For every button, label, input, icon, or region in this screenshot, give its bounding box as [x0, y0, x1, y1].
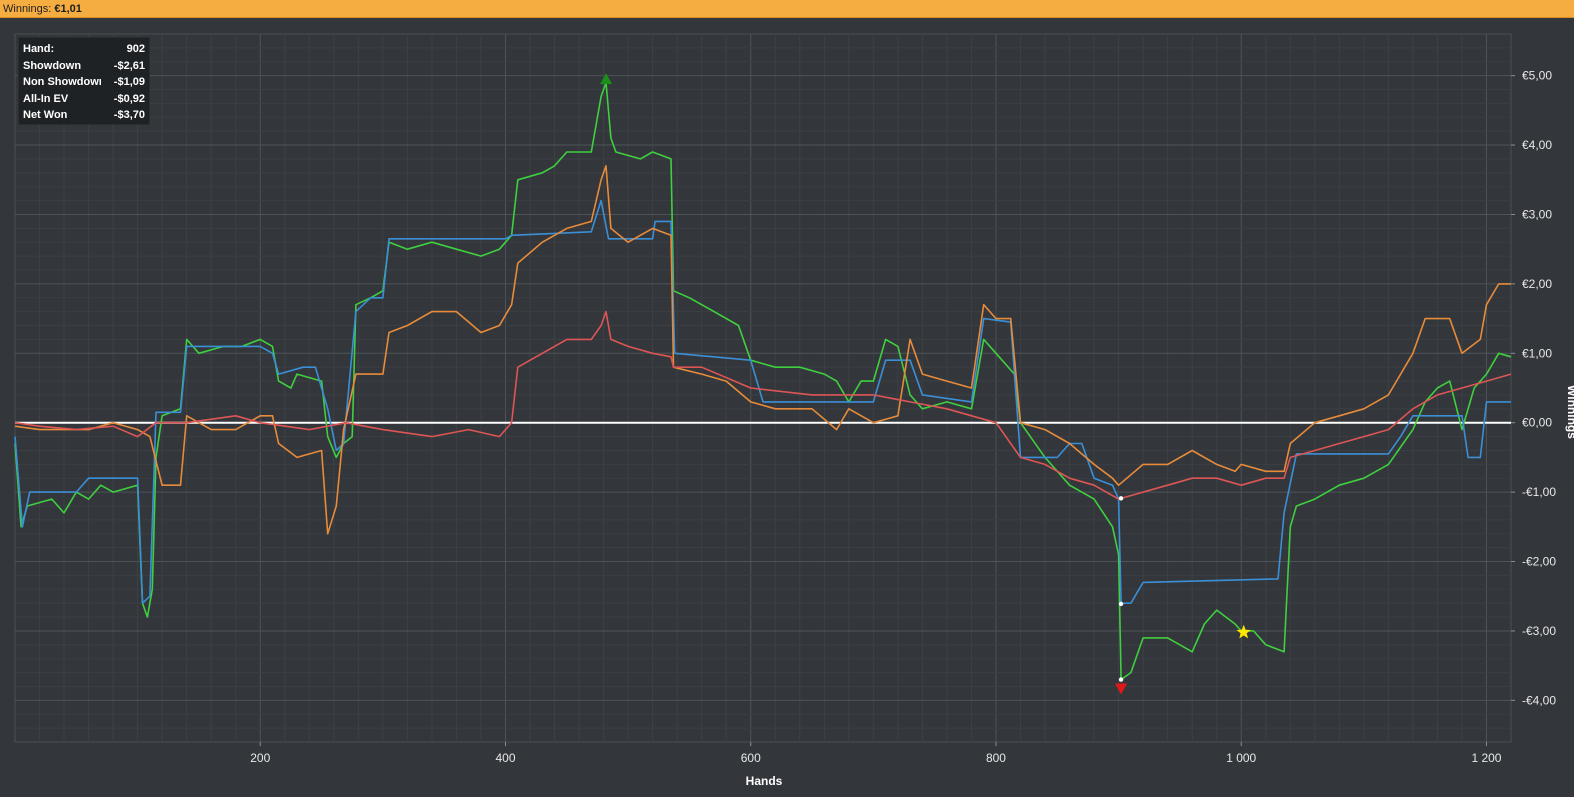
y-tick-label: €3,00: [1522, 207, 1552, 221]
stats-value: -$3,70: [113, 109, 145, 122]
x-tick-label: 600: [741, 751, 761, 765]
y-tick-label: -€3,00: [1522, 624, 1556, 638]
y-tick-label: €2,00: [1522, 277, 1552, 291]
x-tick-label: 200: [250, 751, 270, 765]
stats-value: 902: [126, 43, 145, 55]
x-axis-title: Hands: [746, 774, 783, 788]
y-tick-label: €5,00: [1522, 69, 1552, 83]
stats-label: Non Showdown: [23, 76, 101, 89]
hand-marker-dot: [1118, 496, 1124, 501]
y-tick-label: €0,00: [1522, 416, 1552, 430]
hand-marker-dot: [1118, 677, 1124, 682]
y-tick-label: -€2,00: [1522, 555, 1556, 569]
stats-row-non-showdown: Non Showdown -$1,09: [23, 74, 145, 91]
y-tick-label: -€1,00: [1522, 485, 1556, 499]
y-tick-label: €4,00: [1522, 138, 1552, 152]
stats-row-net-won: Net Won -$3,70: [23, 107, 145, 124]
x-tick-label: 800: [986, 751, 1006, 765]
x-tick-label: 1 000: [1226, 751, 1256, 765]
winnings-header: Winnings: €1,01: [0, 0, 1574, 18]
x-tick-label: 1 200: [1471, 751, 1501, 765]
y-axis-title: Winnings: [1565, 385, 1574, 439]
stats-label: Showdown: [23, 59, 82, 72]
stats-value: -$1,09: [113, 76, 145, 89]
x-tick-label: 400: [495, 751, 515, 765]
stats-value: -$0,92: [113, 92, 145, 105]
stats-label: All-In EV: [23, 92, 69, 105]
hand-stats-panel: Hand: 902 Showdown -$2,61 Non Showdown -…: [18, 37, 150, 125]
winnings-label: Winnings:: [3, 3, 52, 15]
hand-marker-dot: [1118, 601, 1124, 607]
winnings-chart[interactable]: 200 400 600 800 1 000 1 200 -€4,00 -€3,00 -€2,00…: [0, 18, 1574, 797]
stats-value: -$2,61: [113, 59, 145, 72]
stats-row-showdown: Showdown -$2,61: [23, 58, 145, 75]
stats-row-hand: Hand: 902: [23, 41, 145, 58]
stats-row-all-in-ev: All-In EV -$0,92: [23, 91, 145, 108]
stats-label: Hand:: [23, 43, 55, 55]
y-tick-label: -€4,00: [1522, 693, 1556, 707]
y-tick-label: €1,00: [1522, 346, 1552, 360]
stats-label: Net Won: [23, 109, 68, 122]
winnings-value: €1,01: [54, 3, 82, 15]
